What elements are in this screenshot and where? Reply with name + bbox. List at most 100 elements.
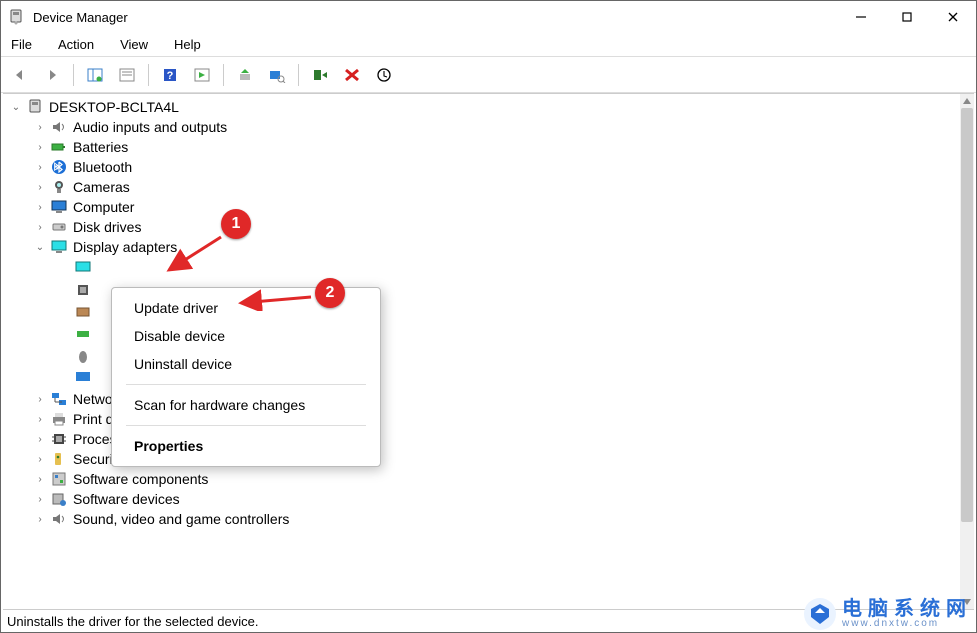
scroll-track[interactable]: [960, 108, 974, 595]
component-icon: [51, 471, 67, 487]
security-icon: [51, 451, 67, 467]
cm-separator: [126, 384, 366, 385]
category-audio[interactable]: › Audio inputs and outputs: [27, 117, 960, 137]
chevron-right-icon[interactable]: ›: [33, 414, 47, 425]
menubar: File Action View Help: [1, 33, 976, 57]
category-label: Computer: [71, 199, 136, 215]
watermark: 电脑系统网 www.dnxtw.com: [804, 598, 972, 630]
action-button[interactable]: [187, 61, 217, 89]
menu-help[interactable]: Help: [170, 35, 205, 54]
watermark-text: 电脑系统网 www.dnxtw.com: [842, 599, 972, 629]
help-button[interactable]: ?: [155, 61, 185, 89]
menu-file[interactable]: File: [7, 35, 36, 54]
category-computer[interactable]: › Computer: [27, 197, 960, 217]
category-label: Bluetooth: [71, 159, 134, 175]
chevron-right-icon[interactable]: ›: [33, 494, 47, 505]
monitor-icon: [51, 199, 67, 215]
chevron-down-icon[interactable]: ⌄: [33, 242, 47, 253]
annotation-arrow-2: [235, 287, 317, 311]
chevron-right-icon[interactable]: ›: [33, 182, 47, 193]
battery-icon: [51, 139, 67, 155]
category-label: Batteries: [71, 139, 130, 155]
category-label: Software components: [71, 471, 210, 487]
scroll-thumb[interactable]: [961, 108, 973, 522]
close-button[interactable]: [930, 1, 976, 33]
cm-disable-device[interactable]: Disable device: [112, 322, 380, 350]
adapter-icon: [75, 326, 91, 342]
display-adapter-icon: [75, 260, 91, 276]
chevron-right-icon[interactable]: ›: [33, 122, 47, 133]
chevron-right-icon[interactable]: ›: [33, 454, 47, 465]
computer-icon: [27, 99, 43, 115]
category-sound[interactable]: › Sound, video and game controllers: [27, 509, 960, 529]
camera-icon: [51, 179, 67, 195]
category-label: Software devices: [71, 491, 182, 507]
category-label: Audio inputs and outputs: [71, 119, 229, 135]
chevron-right-icon[interactable]: ›: [33, 474, 47, 485]
chevron-right-icon[interactable]: ›: [33, 202, 47, 213]
chevron-right-icon[interactable]: ›: [33, 222, 47, 233]
chevron-right-icon[interactable]: ›: [33, 394, 47, 405]
uninstall-device-button[interactable]: [337, 61, 367, 89]
titlebar: Device Manager: [1, 1, 976, 33]
show-hide-console-tree-button[interactable]: [80, 61, 110, 89]
cm-scan-hardware[interactable]: Scan for hardware changes: [112, 391, 380, 419]
minimize-button[interactable]: [838, 1, 884, 33]
chevron-right-icon[interactable]: ›: [33, 514, 47, 525]
forward-button[interactable]: [37, 61, 67, 89]
monitor-icon: [75, 370, 91, 386]
annotation-callout-1: 1: [221, 209, 251, 239]
cm-properties[interactable]: Properties: [112, 432, 380, 460]
disable-device-button[interactable]: [369, 61, 399, 89]
status-text: Uninstalls the driver for the selected d…: [7, 614, 258, 629]
maximize-button[interactable]: [884, 1, 930, 33]
category-software-devices[interactable]: › Software devices: [27, 489, 960, 509]
menu-view[interactable]: View: [116, 35, 152, 54]
network-icon: [51, 391, 67, 407]
mouse-icon: [75, 348, 91, 364]
toolbar-separator: [148, 64, 149, 86]
enable-device-button[interactable]: [305, 61, 335, 89]
content-area: ⌄ DESKTOP-BCLTA4L › Audio inputs and out…: [3, 93, 974, 610]
display-adapter-icon: [51, 239, 67, 255]
toolbar-separator: [73, 64, 74, 86]
vertical-scrollbar[interactable]: [960, 94, 974, 609]
category-batteries[interactable]: › Batteries: [27, 137, 960, 157]
cm-uninstall-device[interactable]: Uninstall device: [112, 350, 380, 378]
category-label: Disk drives: [71, 219, 143, 235]
sound-icon: [51, 511, 67, 527]
menu-action[interactable]: Action: [54, 35, 98, 54]
chevron-down-icon[interactable]: ⌄: [9, 102, 23, 113]
root-node[interactable]: ⌄ DESKTOP-BCLTA4L: [3, 97, 960, 117]
software-device-icon: [51, 491, 67, 507]
back-button[interactable]: [5, 61, 35, 89]
app-icon: [7, 8, 25, 26]
annotation-arrow-1: [161, 232, 231, 282]
svg-text:?: ?: [167, 70, 174, 82]
category-bluetooth[interactable]: › Bluetooth: [27, 157, 960, 177]
annotation-callout-2: 2: [315, 278, 345, 308]
toolbar: ?: [1, 57, 976, 93]
printer-icon: [51, 411, 67, 427]
chevron-right-icon[interactable]: ›: [33, 162, 47, 173]
window-title: Device Manager: [33, 10, 838, 25]
device-manager-window: Device Manager File Action View Help ?: [0, 0, 977, 633]
category-software-components[interactable]: › Software components: [27, 469, 960, 489]
chevron-right-icon[interactable]: ›: [33, 142, 47, 153]
watermark-logo-icon: [804, 598, 836, 630]
cm-separator: [126, 425, 366, 426]
properties-button[interactable]: [112, 61, 142, 89]
scroll-up-icon[interactable]: [960, 94, 974, 108]
category-label: Cameras: [71, 179, 132, 195]
chevron-right-icon[interactable]: ›: [33, 434, 47, 445]
category-cameras[interactable]: › Cameras: [27, 177, 960, 197]
scan-hardware-button[interactable]: [262, 61, 292, 89]
cpu-icon: [51, 431, 67, 447]
category-label: Sound, video and game controllers: [71, 511, 291, 527]
speaker-icon: [51, 119, 67, 135]
disk-icon: [51, 219, 67, 235]
window-controls: [838, 1, 976, 33]
update-driver-button[interactable]: [230, 61, 260, 89]
bluetooth-icon: [51, 159, 67, 175]
toolbar-separator: [223, 64, 224, 86]
